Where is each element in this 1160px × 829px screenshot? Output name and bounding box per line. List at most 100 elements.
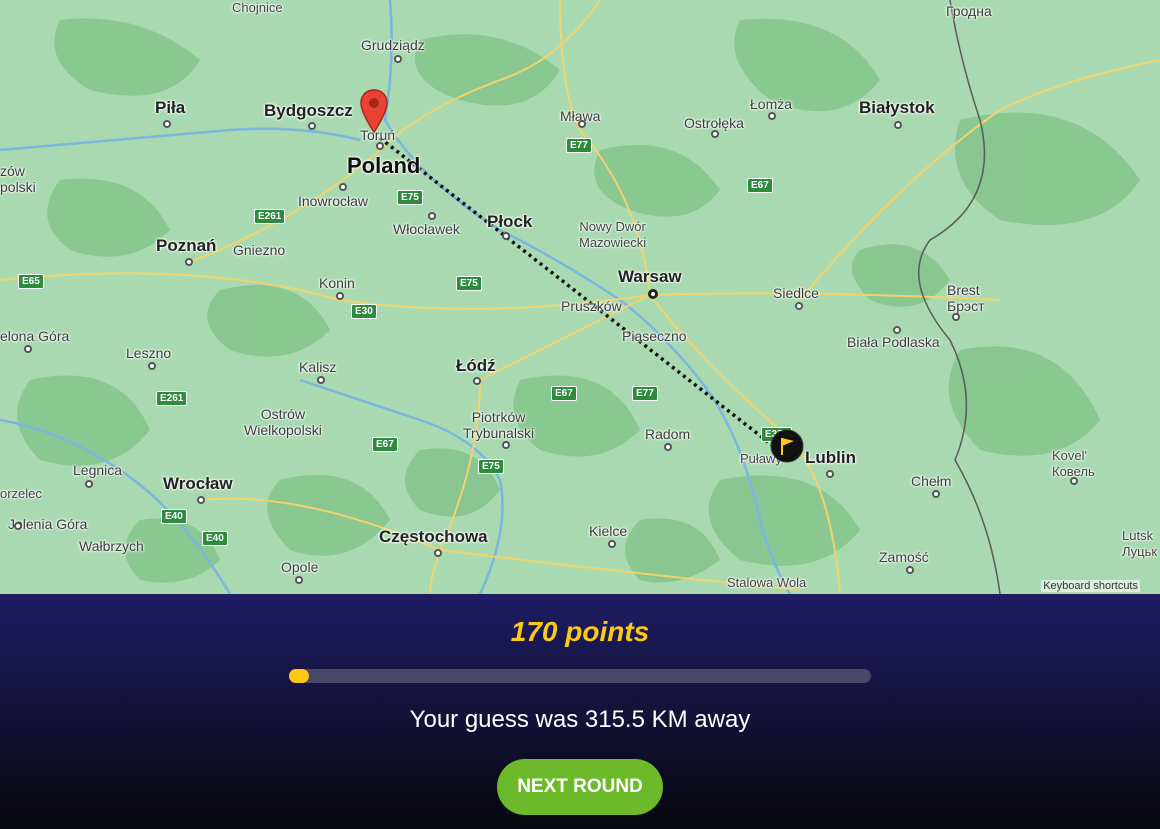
city-label: Biała Podlaska — [847, 334, 940, 350]
result-map[interactable]: Chojnice Grudziądz Гродна Piła Bydgoszcz… — [0, 0, 1160, 594]
country-label: Poland — [347, 153, 421, 178]
city-dot — [768, 112, 776, 120]
city-dot — [893, 326, 901, 334]
next-round-button[interactable]: NEXT ROUND — [497, 759, 663, 815]
road-shield: E75 — [456, 276, 482, 291]
road-shield: E67 — [372, 437, 398, 452]
city-dot — [664, 443, 672, 451]
city-label: Gniezno — [233, 242, 286, 258]
city-dot — [502, 232, 510, 240]
city-label: Opole — [281, 559, 319, 575]
city-dot — [473, 377, 481, 385]
city-label: Włocławek — [393, 221, 460, 237]
city-dot — [197, 496, 205, 504]
city-label: Warsaw — [618, 267, 682, 286]
city-dot — [24, 345, 32, 353]
city-label: orzelec — [0, 486, 42, 501]
city-label: Zamość — [879, 549, 929, 565]
city-dot — [85, 480, 93, 488]
city-dot — [428, 212, 436, 220]
city-label: Piła — [155, 98, 186, 117]
city-dot — [906, 566, 914, 574]
city-dot — [376, 142, 384, 150]
road-shield: E40 — [161, 509, 187, 524]
city-label: Piaseczno — [622, 328, 687, 344]
city-label: Ostrołęka — [684, 115, 744, 131]
city-label: Grudziądz — [361, 37, 425, 53]
city-dot — [434, 549, 442, 557]
red-pin-icon[interactable] — [359, 88, 389, 134]
city-label: Bydgoszcz — [264, 101, 353, 120]
city-label: Wałbrzych — [79, 538, 144, 554]
city-label: Lublin — [805, 448, 856, 467]
city-dot — [317, 376, 325, 384]
city-dot — [952, 313, 960, 321]
city-dot — [894, 121, 902, 129]
road-shield: E67 — [551, 386, 577, 401]
score-progress-bar — [289, 669, 871, 683]
city-dot — [336, 292, 344, 300]
distance-text: Your guess was 315.5 KM away — [409, 706, 751, 733]
city-dot — [932, 490, 940, 498]
city-label: zów polski — [0, 163, 36, 195]
city-label: Piotrków Trybunalski — [463, 409, 535, 441]
city-label: Chojnice — [232, 0, 283, 15]
city-label: Ostrów Wielkopolski — [244, 406, 322, 438]
city-label: Leszno — [126, 345, 172, 361]
road-shield: E261 — [254, 209, 286, 224]
city-label: Częstochowa — [379, 527, 488, 546]
city-label: Brest Брэст — [947, 282, 985, 314]
city-label: Radom — [645, 426, 691, 442]
city-dot — [308, 122, 316, 130]
road-shield: E30 — [351, 304, 377, 319]
city-label: Kielce — [589, 523, 628, 539]
city-label: Kovel' Ковель — [1052, 448, 1095, 479]
road-shield: E65 — [18, 274, 44, 289]
city-dot — [795, 302, 803, 310]
flag-icon[interactable] — [770, 429, 804, 463]
city-label: Kalisz — [299, 359, 337, 375]
city-dot — [711, 130, 719, 138]
road-shield: E261 — [156, 391, 188, 406]
keyboard-shortcuts-link[interactable]: Keyboard shortcuts — [1041, 580, 1140, 592]
city-dot — [14, 522, 22, 530]
road-shield: E75 — [478, 459, 504, 474]
city-label: Konin — [319, 275, 355, 291]
city-dot — [295, 576, 303, 584]
points-score: 170 points — [510, 616, 650, 647]
city-label: Pruszków — [561, 298, 622, 314]
city-label: Wrocław — [163, 474, 233, 493]
city-dot — [578, 120, 586, 128]
city-label: Stalowa Wola — [727, 575, 807, 590]
city-label: Siedlce — [773, 285, 819, 301]
city-label: Chełm — [911, 473, 952, 489]
road-shield: E77 — [632, 386, 658, 401]
road-shield: E40 — [202, 531, 228, 546]
city-label: elona Góra — [0, 328, 70, 344]
city-dot — [502, 441, 510, 449]
city-dot — [339, 183, 347, 191]
score-progress-fill — [289, 669, 309, 683]
road-shield: E77 — [566, 138, 592, 153]
result-panel: 170 points Your guess was 315.5 KM away … — [0, 594, 1160, 829]
road-shield: E75 — [397, 190, 423, 205]
city-label: Białystok — [859, 98, 935, 117]
city-label: Inowrocław — [298, 193, 369, 209]
city-label: Гродна — [946, 3, 992, 19]
city-dot — [163, 120, 171, 128]
city-label: Legnica — [73, 462, 123, 478]
map-terrain — [0, 0, 1160, 594]
city-label: Łódź — [456, 356, 496, 375]
city-dot — [394, 55, 402, 63]
city-dot — [1070, 477, 1078, 485]
capital-dot — [648, 289, 658, 299]
city-label: Płock — [487, 212, 533, 231]
city-label: Łomża — [750, 96, 793, 112]
city-label: Nowy Dwór Mazowiecki — [579, 219, 647, 250]
road-shield: E67 — [747, 178, 773, 193]
city-label: Lutsk Луцьк — [1122, 528, 1158, 559]
city-dot — [185, 258, 193, 266]
city-dot — [608, 540, 616, 548]
city-label: Poznań — [156, 236, 217, 255]
city-dot — [826, 470, 834, 478]
